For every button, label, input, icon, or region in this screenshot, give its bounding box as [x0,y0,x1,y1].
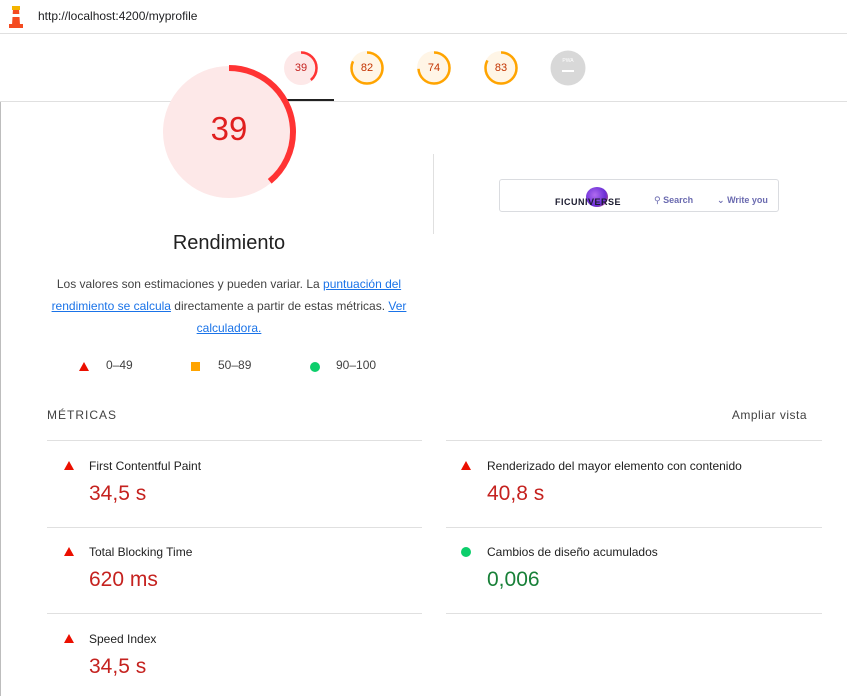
metric-label-cls: Cambios de diseño acumulados [487,545,658,559]
fail-triangle-icon [461,461,471,470]
pass-circle-icon [461,547,471,557]
thumbnail-search-label: Search [663,195,694,205]
metric-value-tbt: 620 ms [89,568,158,591]
metric-label-tbt: Total Blocking Time [89,545,193,559]
legend-pass: 90–100 [336,358,377,372]
metric-value-lcp: 40,8 s [487,482,545,505]
metric-label-fcp: First Contentful Paint [89,459,202,473]
metric-divider [47,527,422,528]
search-icon: ⚲ [654,195,661,205]
metric-label-lcp: Renderizado del mayor elemento con conte… [487,459,742,473]
thumbnail-write: ⌄ Write you [717,195,768,206]
fail-triangle-icon [64,547,74,556]
gauge-best-practices[interactable]: 74 [416,50,452,86]
category-title: Rendimiento [172,232,286,254]
performance-score: 39 [210,110,248,147]
vertical-divider [433,154,434,234]
metric-label-si: Speed Index [89,632,157,646]
description-text: directamente a partir de estas métricas. [170,299,389,313]
page-screenshot-thumbnail[interactable]: FICUNIVERSE ⚲ Search ⌄ Write you [499,179,779,212]
url-text[interactable]: http://localhost:4200/myprofile [38,9,197,23]
gauge-accessibility[interactable]: 82 [349,50,385,86]
chevron-down-icon: ⌄ [717,195,725,205]
metrics-header: MÉTRICAS [47,408,118,422]
thumbnail-logo-text: FICUNIVERSE [555,197,622,207]
pass-circle-icon [310,362,320,372]
pwa-dash [562,70,574,72]
category-gauges: 39 82 74 83 PWA [0,34,847,102]
fail-triangle-icon [64,634,74,643]
metric-value-si: 34,5 s [89,655,147,678]
thumbnail-write-label: Write you [727,195,768,205]
gauge-seo[interactable]: 83 [483,50,519,86]
metric-value-fcp: 34,5 s [89,482,147,505]
lighthouse-logo-icon [9,6,23,28]
average-square-icon [191,362,200,371]
metric-divider [446,440,822,441]
category-description: Los valores son estimaciones y pueden va… [44,273,414,339]
window-border [0,0,1,696]
address-bar: http://localhost:4200/myprofile [0,0,847,34]
fail-triangle-icon [64,461,74,470]
metric-divider [446,613,822,614]
metric-value-cls: 0,006 [487,568,540,591]
description-text: Los valores son estimaciones y pueden va… [56,277,324,291]
legend-average: 50–89 [218,358,252,372]
pwa-label: PWA [562,58,574,64]
expand-view-toggle[interactable]: Ampliar vista [700,408,807,422]
gauge-score: 83 [494,62,508,74]
gauge-score: 82 [360,62,374,74]
legend-fail: 0–49 [106,358,133,372]
fail-triangle-icon [79,362,89,371]
metric-divider [47,440,422,441]
gauge-pwa[interactable]: PWA [550,50,586,86]
thumbnail-search: ⚲ Search [654,195,693,206]
pwa-badge-icon [550,50,586,86]
metric-divider [446,527,822,528]
gauge-score: 74 [427,62,441,74]
metric-divider [47,613,422,614]
